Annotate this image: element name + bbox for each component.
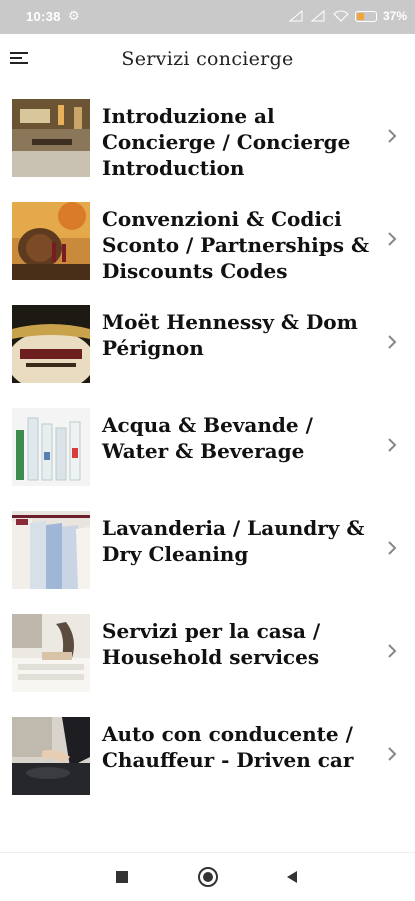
services-list: Introduzione al Concierge / Concierge In… [0, 86, 415, 807]
chevron-right-icon [388, 747, 397, 761]
item-label: Lavanderia / Laundry & Dry Cleaning [102, 516, 365, 566]
towels-photo [12, 614, 90, 692]
square-icon [116, 871, 128, 883]
battery-value: 37 [382, 9, 397, 23]
home-button[interactable] [197, 866, 219, 892]
water-bottles-photo [12, 408, 90, 486]
battery-percent: 37% [382, 9, 407, 23]
chevron-right-icon [388, 541, 397, 555]
chauffeur-photo [12, 717, 90, 795]
battery-fill [356, 12, 364, 20]
back-button[interactable] [284, 869, 300, 889]
chevron-right-icon [388, 644, 397, 658]
signal-icon [288, 10, 303, 22]
status-time: 10:38 [26, 9, 61, 24]
app-bar: Servizi concierge [0, 34, 415, 86]
chevron-right-icon [388, 129, 397, 143]
page-title: Servizi concierge [121, 48, 294, 70]
status-indicators: 37% [288, 9, 407, 23]
system-navigation-bar [0, 852, 415, 901]
list-item-chauffeur[interactable]: Auto con conducente / Chauffeur - Driven… [0, 704, 415, 807]
list-item-household-services[interactable]: Servizi per la casa / Household services [0, 601, 415, 704]
list-item-water-beverage[interactable]: Acqua & Bevande / Water & Beverage [0, 395, 415, 498]
settings-gear-icon: ⚙ [68, 8, 80, 23]
list-item-concierge-introduction[interactable]: Introduzione al Concierge / Concierge In… [0, 86, 415, 189]
signal-icon [310, 10, 325, 22]
shirts-hanging-photo [12, 511, 90, 589]
back-triangle-icon [287, 871, 297, 883]
chevron-right-icon [388, 438, 397, 452]
list-item-moet-hennessy[interactable]: Moët Hennessy & Dom Pérignon [0, 292, 415, 395]
battery-icon [354, 10, 377, 22]
item-label: Convenzioni & Codici Sconto / Partnershi… [102, 207, 370, 283]
chevron-right-icon [388, 232, 397, 246]
home-circle-icon [198, 867, 218, 887]
champagne-bottle-photo [12, 305, 90, 383]
list-item-laundry[interactable]: Lavanderia / Laundry & Dry Cleaning [0, 498, 415, 601]
recents-button[interactable] [114, 869, 130, 889]
status-bar: 10:38 ⚙ 37% [0, 0, 415, 34]
item-label: Introduzione al Concierge / Concierge In… [102, 104, 351, 180]
item-label: Servizi per la casa / Household services [102, 619, 321, 669]
chevron-right-icon [388, 335, 397, 349]
wine-barrels-photo [12, 202, 90, 280]
item-label: Moët Hennessy & Dom Pérignon [102, 310, 358, 360]
concierge-desk-photo [12, 99, 90, 177]
wifi-icon [333, 10, 349, 22]
item-label: Auto con conducente / Chauffeur - Driven… [102, 722, 354, 772]
list-item-partnerships-discounts[interactable]: Convenzioni & Codici Sconto / Partnershi… [0, 189, 415, 292]
item-label: Acqua & Bevande / Water & Beverage [102, 413, 313, 463]
